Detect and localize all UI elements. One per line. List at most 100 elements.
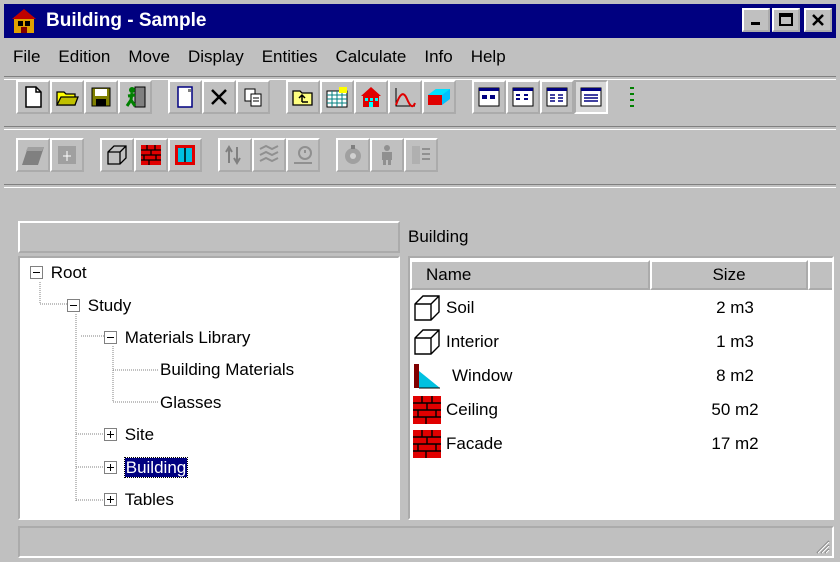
close-button[interactable]: [804, 8, 832, 32]
menu-calculate[interactable]: Calculate: [326, 47, 415, 67]
wall-button[interactable]: [16, 138, 50, 172]
wall-icon: [22, 147, 44, 165]
row-size: 17 m2: [711, 434, 759, 453]
menu-display[interactable]: Display: [179, 47, 253, 67]
move-button[interactable]: [218, 138, 252, 172]
up-folder-button[interactable]: [286, 80, 320, 114]
tree-item-label: Building: [123, 457, 189, 478]
save-icon: [91, 87, 111, 107]
door-button[interactable]: [50, 138, 84, 172]
person-button[interactable]: [370, 138, 404, 172]
view-small-icon: [512, 87, 534, 107]
collapse-icon[interactable]: [30, 266, 44, 280]
list-row-ceiling[interactable]: Ceiling 50 m2: [412, 394, 812, 426]
window-button[interactable]: [168, 138, 202, 172]
open-button[interactable]: [50, 80, 84, 114]
app-building-icon[interactable]: [10, 7, 38, 35]
list-row-facade[interactable]: Facade 17 m2: [412, 428, 812, 460]
brick-button[interactable]: [422, 80, 456, 114]
toolbar-bottom-separator: [4, 184, 836, 188]
save-button[interactable]: [84, 80, 118, 114]
exit-button[interactable]: [118, 80, 152, 114]
tree-item-glasses[interactable]: Glasses: [160, 392, 221, 414]
collapse-icon[interactable]: [67, 299, 81, 313]
pattern-icon: [259, 144, 279, 163]
menu-help[interactable]: Help: [462, 47, 515, 67]
expand-icon[interactable]: [104, 428, 118, 442]
expand-icon[interactable]: [104, 461, 118, 475]
row-name: Facade: [446, 434, 503, 453]
brick-icon: [413, 430, 441, 458]
pattern-button[interactable]: [252, 138, 286, 172]
brick-wall-button[interactable]: [134, 138, 168, 172]
tree-item-building[interactable]: Building: [104, 457, 189, 479]
tree-item-root[interactable]: Root: [30, 262, 87, 284]
properties-button[interactable]: [168, 80, 202, 114]
main-toolbar: [16, 80, 638, 114]
new-button[interactable]: [16, 80, 50, 114]
row-size: 8 m2: [716, 366, 754, 385]
delete-icon: [211, 89, 227, 105]
view-list-icon: [546, 87, 568, 107]
list-row-interior[interactable]: Interior 1 m3: [412, 326, 812, 358]
menu-bar: File Edition Move Display Entities Calcu…: [4, 40, 515, 74]
maximize-button[interactable]: [772, 8, 800, 32]
rotate-button[interactable]: [286, 138, 320, 172]
tools-button[interactable]: [404, 138, 438, 172]
cube-outline-icon: [414, 329, 440, 355]
menu-file[interactable]: File: [4, 47, 49, 67]
column-header-name[interactable]: Name: [410, 260, 650, 290]
list-row-soil[interactable]: Soil 2 m3: [412, 292, 812, 324]
copy-button[interactable]: [236, 80, 270, 114]
door-icon: [58, 146, 76, 164]
calc-button[interactable]: [336, 138, 370, 172]
building-grid-icon: [326, 87, 348, 108]
menu-edition[interactable]: Edition: [49, 47, 119, 67]
more-tools-icon[interactable]: [626, 84, 638, 110]
tree-panel-header: [18, 221, 400, 253]
tree-item-materials-library[interactable]: Materials Library: [104, 327, 250, 349]
list-view[interactable]: Name Size Soil 2 m3 Interior 1 m3 Window…: [408, 256, 834, 520]
list-row-window[interactable]: Window 8 m2: [412, 360, 812, 392]
cube-button[interactable]: [100, 138, 134, 172]
tree-item-tables[interactable]: Tables: [104, 489, 174, 511]
tree-item-study[interactable]: Study: [67, 295, 131, 317]
calc-icon: [345, 145, 361, 164]
tree-item-label: Study: [87, 296, 132, 315]
window-title: Building - Sample: [46, 10, 207, 31]
collapse-icon[interactable]: [104, 331, 118, 345]
properties-icon: [177, 86, 193, 108]
tree-item-site[interactable]: Site: [104, 424, 154, 446]
view-large-button[interactable]: [472, 80, 506, 114]
house-button[interactable]: [354, 80, 388, 114]
curve-button[interactable]: [388, 80, 422, 114]
row-size: 2 m3: [716, 298, 754, 317]
open-icon: [55, 91, 79, 106]
column-header-size[interactable]: Size: [650, 260, 808, 290]
resize-grip-icon[interactable]: [814, 538, 830, 554]
row-name: Ceiling: [446, 400, 498, 419]
row-name: Soil: [446, 298, 475, 317]
minimize-button[interactable]: [742, 8, 770, 32]
tree-item-building-materials[interactable]: Building Materials: [160, 359, 294, 381]
column-header-label: Size: [712, 265, 746, 284]
row-name: Interior: [446, 332, 499, 351]
brick-wall-icon: [141, 145, 161, 165]
tree-view[interactable]: Root Study Materials Library Building Ma…: [18, 256, 400, 520]
menu-entities[interactable]: Entities: [253, 47, 327, 67]
tree-item-label: Tables: [124, 490, 174, 509]
view-details-button[interactable]: [574, 80, 608, 114]
menu-move[interactable]: Move: [119, 47, 179, 67]
tree-item-label: Site: [124, 425, 155, 444]
building-grid-button[interactable]: [320, 80, 354, 114]
delete-button[interactable]: [202, 80, 236, 114]
view-list-button[interactable]: [540, 80, 574, 114]
toolbar-separator: [4, 126, 836, 130]
minimize-icon: [751, 22, 760, 25]
view-large-icon: [478, 87, 500, 107]
menu-info[interactable]: Info: [415, 47, 461, 67]
expand-icon[interactable]: [104, 493, 118, 507]
view-small-button[interactable]: [506, 80, 540, 114]
list-panel-header: Building: [406, 221, 834, 253]
view-details-icon: [580, 87, 602, 107]
